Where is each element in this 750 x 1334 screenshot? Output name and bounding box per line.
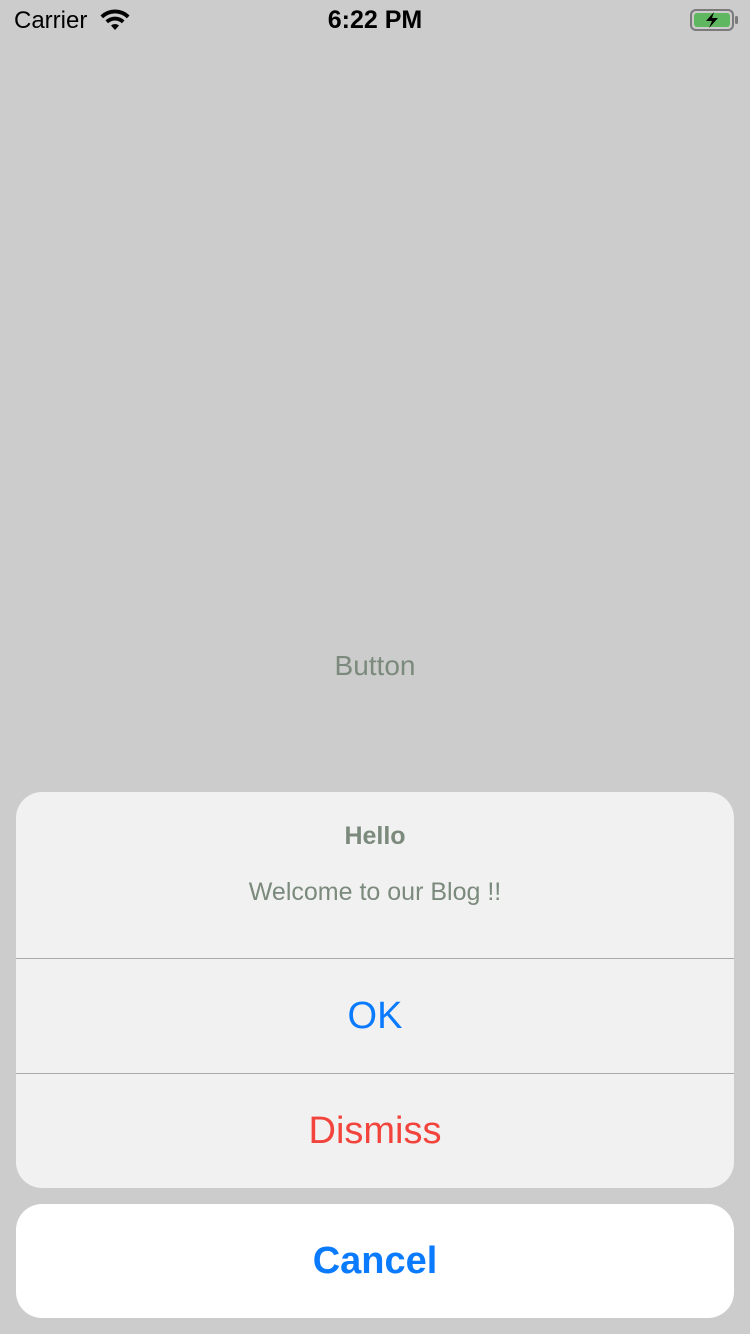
battery-charging-icon (690, 9, 738, 31)
action-sheet: Hello Welcome to our Blog !! OK Dismiss (16, 792, 734, 1188)
background-button[interactable]: Button (0, 650, 750, 682)
dismiss-button[interactable]: Dismiss (16, 1074, 734, 1188)
ok-button[interactable]: OK (16, 959, 734, 1073)
action-sheet-title: Hello (344, 822, 406, 850)
action-sheet-message: Welcome to our Blog !! (248, 878, 502, 906)
status-bar: Carrier 6:22 PM (0, 0, 750, 40)
action-sheet-header: Hello Welcome to our Blog !! (16, 792, 734, 958)
clock-label: 6:22 PM (327, 6, 423, 34)
cancel-button[interactable]: Cancel (16, 1204, 734, 1318)
